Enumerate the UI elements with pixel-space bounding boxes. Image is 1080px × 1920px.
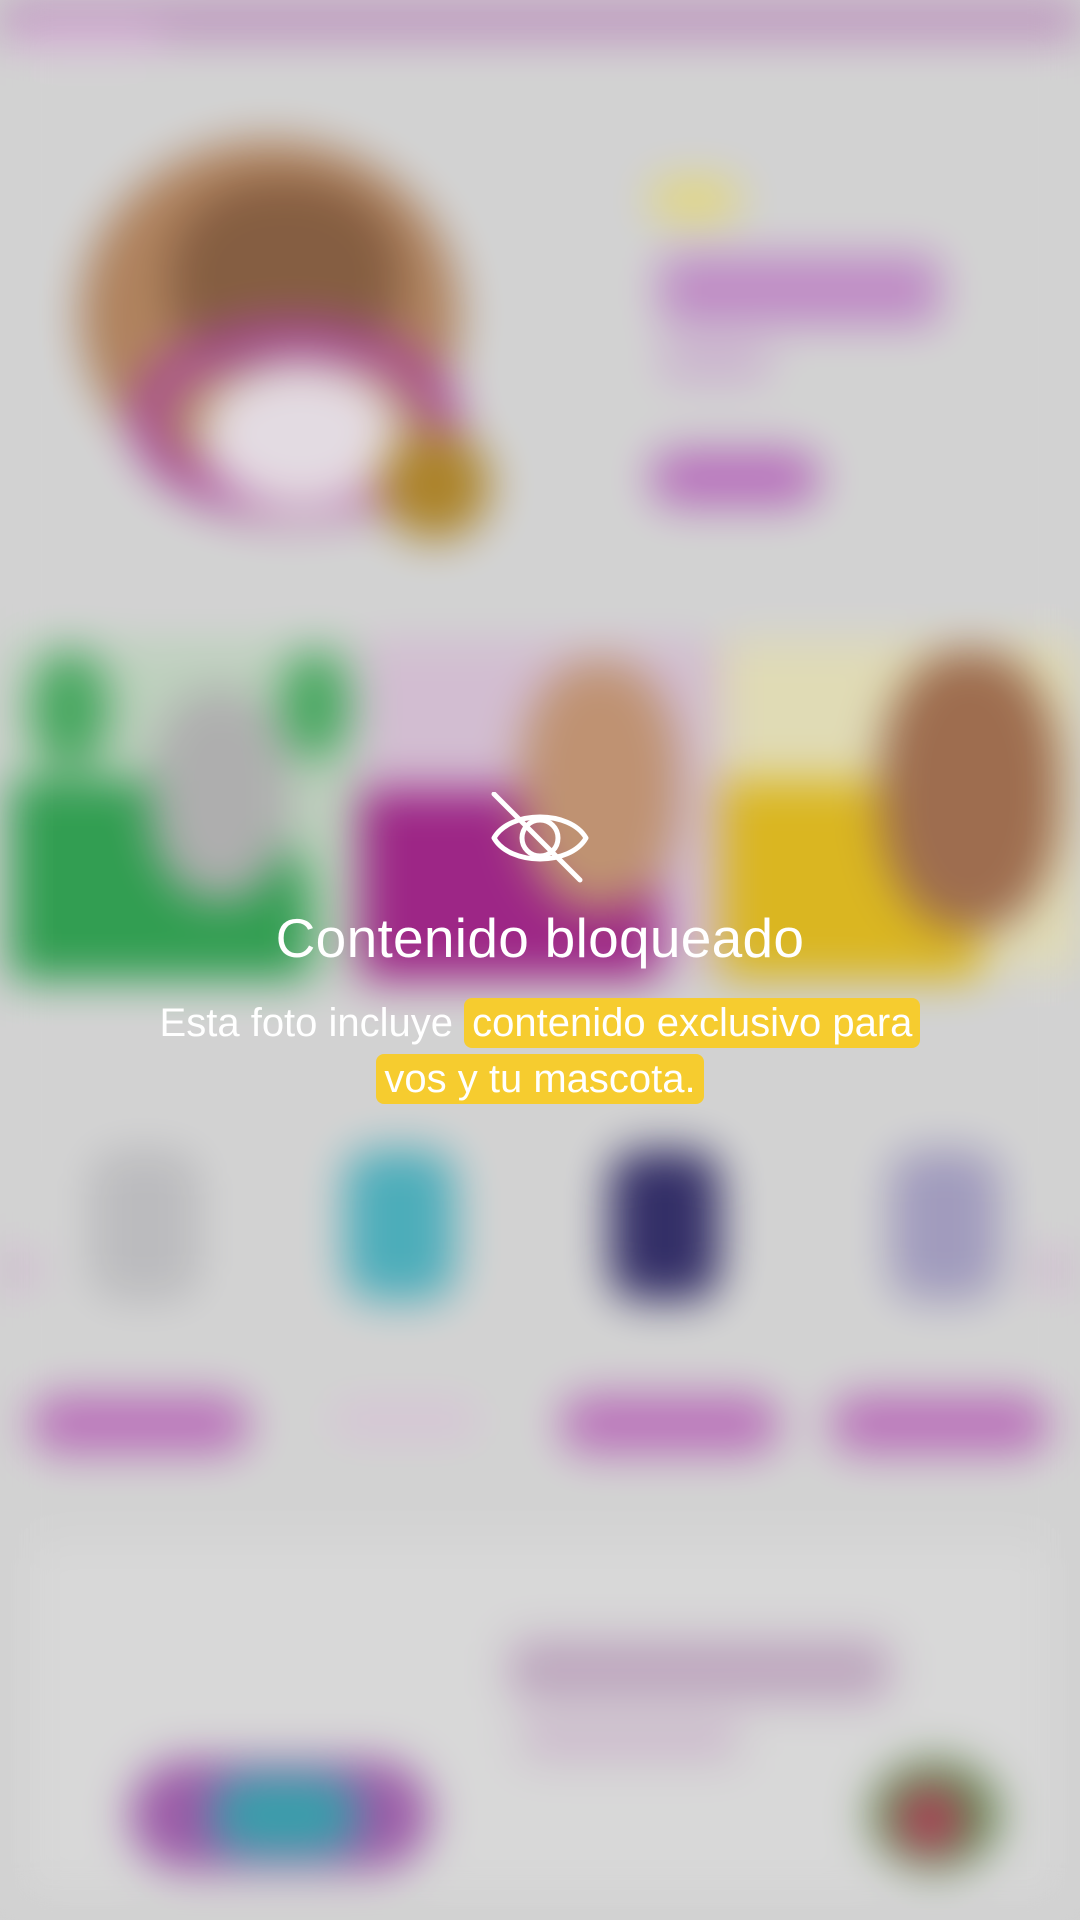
screen: Contenido bloqueado Esta foto incluye co… (0, 0, 1080, 1920)
locked-description-text: Esta foto incluye (159, 1001, 465, 1045)
locked-title: Contenido bloqueado (275, 907, 805, 969)
locked-description: Esta foto incluye contenido exclusivo pa… (140, 995, 940, 1107)
eye-off-icon (488, 791, 592, 884)
locked-content-overlay[interactable]: Contenido bloqueado Esta foto incluye co… (0, 0, 1080, 1920)
